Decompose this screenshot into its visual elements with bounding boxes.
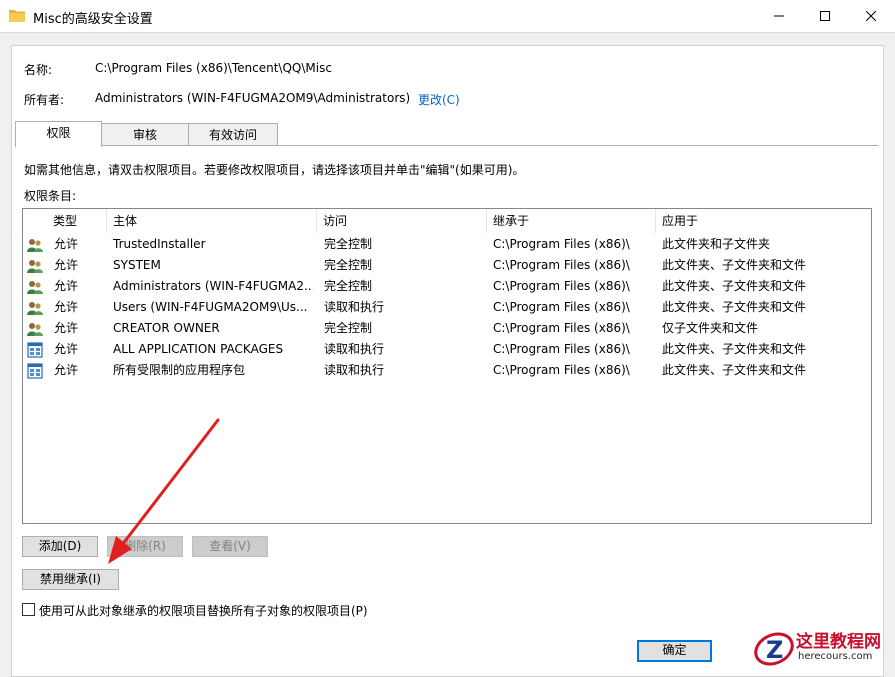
table-row[interactable]: 允许 Users (WIN-F4FUGMA2OM9\Us... 读取和执行 C:… xyxy=(23,297,871,318)
minimize-icon xyxy=(774,15,784,17)
cell-principal: CREATOR OWNER xyxy=(113,321,220,335)
maximize-button[interactable] xyxy=(802,0,848,32)
cell-type: 允许 xyxy=(54,321,79,335)
cell-access: 完全控制 xyxy=(324,258,373,272)
replace-child-permissions-label: 使用可从此对象继承的权限项目替换所有子对象的权限项目(P) xyxy=(39,604,368,618)
maximize-icon xyxy=(820,11,830,21)
view-button[interactable]: 查看(V) xyxy=(192,536,268,557)
cell-type: 允许 xyxy=(54,342,79,356)
app-package-icon xyxy=(27,342,43,358)
cell-applies-to: 此文件夹、子文件夹和文件 xyxy=(662,300,807,314)
table-row[interactable]: 允许 CREATOR OWNER 完全控制 C:\Program Files (… xyxy=(23,318,871,339)
watermark: Z 这里教程网 herecours.com xyxy=(750,625,895,670)
cell-applies-to: 此文件夹、子文件夹和文件 xyxy=(662,342,807,356)
cell-access: 完全控制 xyxy=(324,279,373,293)
cell-type: 允许 xyxy=(54,237,79,251)
table-row[interactable]: 允许 Administrators (WIN-F4FUGMA2... 完全控制 … xyxy=(23,276,871,297)
cell-type: 允许 xyxy=(54,363,79,377)
cell-inherited-from: C:\Program Files (x86)\ xyxy=(493,342,630,356)
cell-applies-to: 此文件夹和子文件夹 xyxy=(662,237,771,251)
cell-inherited-from: C:\Program Files (x86)\ xyxy=(493,300,630,314)
hint-text: 如需其他信息，请双击权限项目。若要修改权限项目，请选择该项目并单击"编辑"(如果… xyxy=(24,163,525,177)
user-group-icon xyxy=(27,260,43,273)
remove-button[interactable]: 删除(R) xyxy=(107,536,183,557)
close-icon xyxy=(866,11,876,21)
watermark-logo-letter: Z xyxy=(766,636,783,664)
user-group-icon xyxy=(27,323,43,336)
user-group-icon xyxy=(27,302,43,315)
replace-child-permissions-checkbox[interactable] xyxy=(22,603,35,616)
cell-applies-to: 此文件夹、子文件夹和文件 xyxy=(662,258,807,272)
watermark-title: 这里教程网 xyxy=(796,632,881,652)
cell-inherited-from: C:\Program Files (x86)\ xyxy=(493,321,630,335)
cell-principal: TrustedInstaller xyxy=(113,237,206,251)
table-row[interactable]: 允许 所有受限制的应用程序包 读取和执行 C:\Program Files (x… xyxy=(23,360,871,381)
column-applies-to[interactable]: 应用于 xyxy=(656,209,871,233)
cell-access: 读取和执行 xyxy=(324,300,385,314)
folder-icon xyxy=(9,10,25,22)
tab-auditing[interactable]: 审核 xyxy=(101,123,189,146)
column-type[interactable]: 类型 xyxy=(47,209,107,233)
change-owner-link[interactable]: 更改(C) xyxy=(418,91,460,108)
cell-principal: Administrators (WIN-F4FUGMA2... xyxy=(113,279,313,293)
tab-permissions[interactable]: 权限 xyxy=(15,121,102,147)
cell-applies-to: 此文件夹、子文件夹和文件 xyxy=(662,279,807,293)
name-value: C:\Program Files (x86)\Tencent\QQ\Misc xyxy=(95,61,332,75)
tab-effective-access[interactable]: 有效访问 xyxy=(188,123,278,146)
cell-inherited-from: C:\Program Files (x86)\ xyxy=(493,363,630,377)
column-principal[interactable]: 主体 xyxy=(107,209,317,233)
minimize-button[interactable] xyxy=(756,0,802,32)
disable-inheritance-button[interactable]: 禁用继承(I) xyxy=(22,569,119,590)
ok-button[interactable]: 确定 xyxy=(637,640,712,662)
app-package-icon xyxy=(27,363,43,379)
window-title: Misc的高级安全设置 xyxy=(33,12,153,27)
cell-type: 允许 xyxy=(54,279,79,293)
cell-applies-to: 仅子文件夹和文件 xyxy=(662,321,759,335)
close-button[interactable] xyxy=(848,0,894,32)
add-button[interactable]: 添加(D) xyxy=(22,536,98,557)
cell-principal: 所有受限制的应用程序包 xyxy=(113,363,246,377)
cell-inherited-from: C:\Program Files (x86)\ xyxy=(493,258,630,272)
table-row[interactable]: 允许 SYSTEM 完全控制 C:\Program Files (x86)\ 此… xyxy=(23,255,871,276)
watermark-url: herecours.com xyxy=(798,651,873,662)
owner-value: Administrators (WIN-F4FUGMA2OM9\Administ… xyxy=(95,91,411,105)
user-group-icon xyxy=(27,281,43,294)
cell-access: 读取和执行 xyxy=(324,363,385,377)
cell-inherited-from: C:\Program Files (x86)\ xyxy=(493,279,630,293)
cell-access: 完全控制 xyxy=(324,321,373,335)
cell-inherited-from: C:\Program Files (x86)\ xyxy=(493,237,630,251)
cell-type: 允许 xyxy=(54,300,79,314)
title-bar: Misc的高级安全设置 xyxy=(0,0,895,33)
user-group-icon xyxy=(27,239,43,252)
list-header: 类型 主体 访问 继承于 应用于 xyxy=(23,209,871,233)
cell-principal: ALL APPLICATION PACKAGES xyxy=(113,342,284,356)
name-label: 名称: xyxy=(24,63,53,77)
column-access[interactable]: 访问 xyxy=(317,209,487,233)
permission-entries-list[interactable]: 类型 主体 访问 继承于 应用于 允许 TrustedInstaller 完全控… xyxy=(22,208,872,524)
watermark-logo-icon: Z xyxy=(754,632,794,666)
cell-applies-to: 此文件夹、子文件夹和文件 xyxy=(662,363,807,377)
cell-principal: SYSTEM xyxy=(113,258,161,272)
cell-access: 读取和执行 xyxy=(324,342,385,356)
cell-access: 完全控制 xyxy=(324,237,373,251)
column-inherited-from[interactable]: 继承于 xyxy=(487,209,656,233)
table-row[interactable]: 允许 TrustedInstaller 完全控制 C:\Program File… xyxy=(23,234,871,255)
table-row[interactable]: 允许 ALL APPLICATION PACKAGES 读取和执行 C:\Pro… xyxy=(23,339,871,360)
cell-principal: Users (WIN-F4FUGMA2OM9\Us... xyxy=(113,300,308,314)
owner-label: 所有者: xyxy=(24,93,65,107)
cell-type: 允许 xyxy=(54,258,79,272)
permission-entries-label: 权限条目: xyxy=(24,189,77,203)
